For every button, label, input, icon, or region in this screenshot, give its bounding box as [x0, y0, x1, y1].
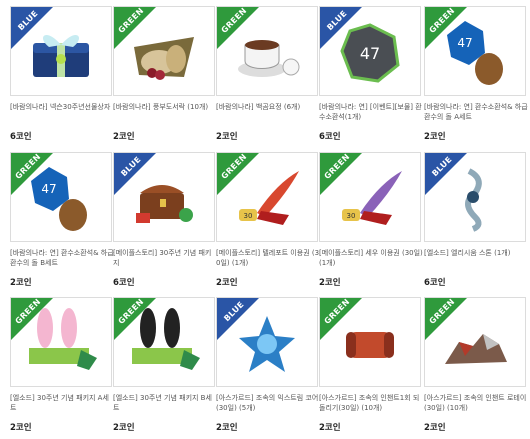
product-title[interactable]: [메이플스토리] 세우 이용권 (30일) (1개) [319, 248, 423, 268]
product-card[interactable]: GREEN [아스가르드] 조속의 인챈트 로테이(30일) (10개) 2코인 [424, 297, 526, 439]
product-card[interactable]: BLUE [메이플스토리] 30주년 기념 패키지 6코인 [113, 152, 215, 294]
svg-text:47: 47 [360, 44, 380, 63]
product-thumbnail[interactable]: BLUE [10, 6, 112, 96]
product-thumbnail[interactable]: 30 GREEN [216, 152, 318, 242]
product-thumbnail[interactable]: GREEN [113, 297, 215, 387]
svg-text:30: 30 [244, 212, 253, 220]
product-card[interactable]: BLUE [아스가르드] 조속의 익스트림 코어(30일) (5개) 2코인 [216, 297, 318, 439]
product-title[interactable]: [엘소드] 30주년 기념 패키지 B세트 [113, 393, 217, 413]
product-title[interactable]: [엘소드] 엘리시움 스톤 (1개) [424, 248, 528, 258]
product-thumbnail[interactable]: GREEN [424, 297, 526, 387]
svg-text:B: B [93, 226, 102, 240]
product-card[interactable]: GREEN [바람의나라] 풍부도서락 (10개) 2코인 [113, 6, 215, 148]
product-title[interactable]: [바람의나라] 백곰요정 (6개) [216, 102, 320, 112]
product-card[interactable]: GREEN [바람의나라] 백곰요정 (6개) 2코인 [216, 6, 318, 148]
product-card[interactable]: 47 B GREEN [바람의나라: 연] 환수소환석& 하급 환수의 돌 B세트 2코… [10, 152, 114, 294]
product-price: 2코인 [319, 278, 341, 288]
product-card[interactable]: GREEN [엘소드] 30주년 기념 패키지 A세트 2코인 [10, 297, 112, 439]
product-card[interactable]: 30 GREEN [메이플스토리] 텔레포트 이용권 (30일) (1개) 2코인 [216, 152, 320, 294]
product-thumbnail[interactable]: 30 GREEN [319, 152, 421, 242]
product-title[interactable]: [아스가르드] 조속의 익스트림 코어(30일) (5개) [216, 393, 320, 413]
product-price: 6코인 [113, 278, 135, 288]
product-price: 2코인 [10, 423, 32, 433]
product-card[interactable]: BLUE [엘소드] 엘리시움 스톤 (1개) 6코인 [424, 152, 526, 294]
product-price: 2코인 [216, 423, 238, 433]
product-price: 6코인 [319, 132, 341, 142]
product-thumbnail[interactable]: BLUE [424, 152, 526, 242]
product-thumbnail[interactable]: GREEN [10, 297, 112, 387]
product-thumbnail[interactable]: GREEN [216, 6, 318, 96]
product-card[interactable]: 30 GREEN [메이플스토리] 세우 이용권 (30일) (1개) 2코인 [319, 152, 423, 294]
product-thumbnail[interactable]: 47 A GREEN [424, 6, 526, 96]
product-price: 2코인 [424, 132, 446, 142]
product-thumbnail[interactable]: 47 BLUE [319, 6, 421, 96]
product-title[interactable]: [메이플스토리] 텔레포트 이용권 (30일) (1개) [216, 248, 320, 268]
product-title[interactable]: [바람의나라: 연] 환수소환석& 하급 환수의 돌 B세트 [10, 248, 114, 268]
product-price: 6코인 [10, 132, 32, 142]
product-price: 2코인 [319, 423, 341, 433]
product-card[interactable]: 47 A GREEN [바람의나라: 연] 환수소환석& 하급 환수의 돌 A세트 2코… [424, 6, 528, 148]
product-title[interactable]: [아스가르드] 조속의 인챈트 로테이(30일) (10개) [424, 393, 528, 413]
product-title[interactable]: [바람의나라: 연] [이벤트][보물] 환수소환석(1개) [319, 102, 423, 122]
product-title[interactable]: [엘소드] 30주년 기념 패키지 A세트 [10, 393, 114, 413]
product-thumbnail[interactable]: BLUE [216, 297, 318, 387]
product-price: 2코인 [216, 278, 238, 288]
product-title[interactable]: [아스가르드] 조속의 인챈트1회 되돌리기(30일) (10개) [319, 393, 423, 413]
product-card[interactable]: GREEN [엘소드] 30주년 기념 패키지 B세트 2코인 [113, 297, 215, 439]
product-price: 2코인 [424, 423, 446, 433]
product-price: 2코인 [216, 132, 238, 142]
svg-text:A: A [509, 80, 519, 94]
product-price: 2코인 [113, 423, 135, 433]
product-thumbnail[interactable]: 47 B GREEN [10, 152, 112, 242]
product-title[interactable]: [메이플스토리] 30주년 기념 패키지 [113, 248, 217, 268]
product-card[interactable]: 47 BLUE [바람의나라: 연] [이벤트][보물] 환수소환석(1개) 6코인 [319, 6, 423, 148]
product-title[interactable]: [바람의나라: 연] 환수소환석& 하급 환수의 돌 A세트 [424, 102, 528, 122]
product-price: 6코인 [424, 278, 446, 288]
product-thumbnail[interactable]: BLUE [113, 152, 215, 242]
product-title[interactable]: [바람의나라] 넥슨30주년선물상자 [10, 102, 114, 112]
product-card[interactable]: BLUE [바람의나라] 넥슨30주년선물상자 6코인 [10, 6, 112, 148]
product-price: 2코인 [113, 132, 135, 142]
svg-text:30: 30 [347, 212, 356, 220]
product-title[interactable]: [바람의나라] 풍부도서락 (10개) [113, 102, 217, 112]
product-thumbnail[interactable]: GREEN [113, 6, 215, 96]
product-price: 2코인 [10, 278, 32, 288]
product-thumbnail[interactable]: GREEN [319, 297, 421, 387]
product-card[interactable]: GREEN [아스가르드] 조속의 인챈트1회 되돌리기(30일) (10개) 2코… [319, 297, 421, 439]
